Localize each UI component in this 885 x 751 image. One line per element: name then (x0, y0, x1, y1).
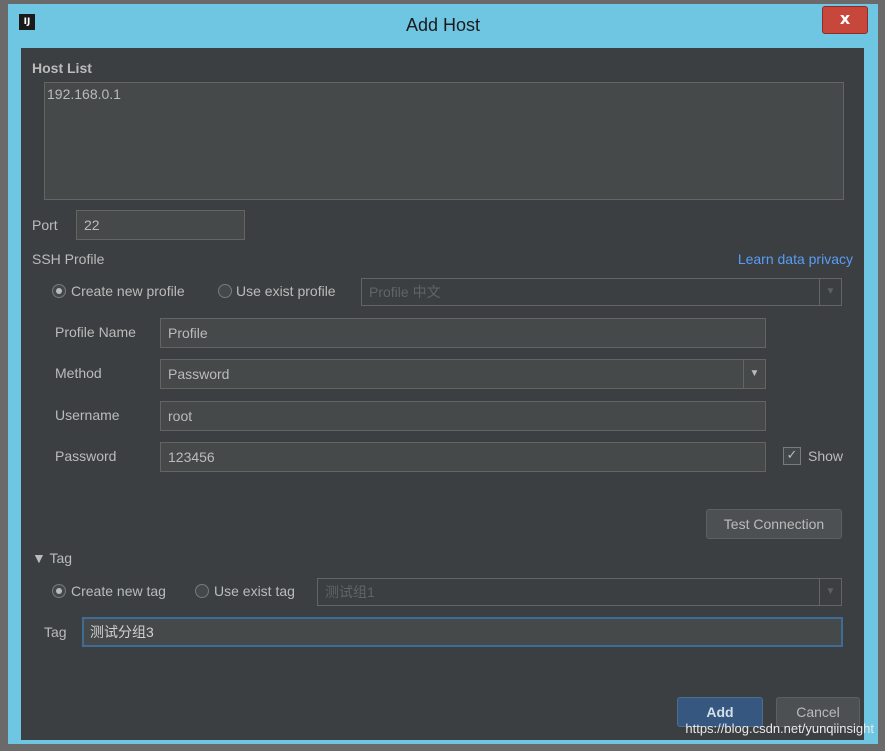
checkmark-icon: ✓ (786, 448, 798, 463)
use-exist-tag-radio[interactable] (195, 584, 209, 598)
create-new-tag-radio[interactable] (52, 584, 66, 598)
tag-section-toggle[interactable]: ▼ Tag (32, 550, 72, 566)
create-new-tag-label[interactable]: Create new tag (71, 583, 166, 599)
tag-input[interactable]: 测试分组3 (82, 617, 843, 647)
triangle-down-icon: ▼ (32, 550, 46, 566)
use-exist-profile-label[interactable]: Use exist profile (236, 283, 336, 299)
chevron-down-icon: ▼ (819, 579, 841, 605)
exist-tag-select: 测试组1 ▼ (317, 578, 842, 606)
close-button[interactable]: x (822, 6, 868, 34)
use-exist-profile-radio[interactable] (218, 284, 232, 298)
close-icon: x (839, 9, 851, 28)
host-list-item[interactable]: 192.168.0.1 (45, 83, 843, 105)
method-select[interactable]: Password ▼ (160, 359, 766, 389)
profile-name-label: Profile Name (55, 324, 136, 340)
profile-name-input[interactable]: Profile (160, 318, 766, 348)
chevron-down-icon[interactable]: ▼ (743, 360, 765, 388)
tag-section-label: Tag (49, 550, 73, 566)
show-password-checkbox[interactable]: ✓ (783, 447, 801, 465)
password-input[interactable]: 123456 (160, 442, 766, 472)
create-new-profile-radio[interactable] (52, 284, 66, 298)
create-new-profile-label[interactable]: Create new profile (71, 283, 185, 299)
exist-profile-select: Profile 中文 ▼ (361, 278, 842, 306)
method-value: Password (168, 366, 230, 382)
exist-tag-value: 测试组1 (325, 584, 375, 600)
username-input[interactable]: root (160, 401, 766, 431)
tag-label: Tag (44, 624, 67, 640)
title-bar[interactable]: IJ Add Host x (8, 4, 878, 44)
host-list[interactable]: 192.168.0.1 (44, 82, 844, 200)
show-password-label[interactable]: Show (808, 448, 843, 464)
test-connection-button[interactable]: Test Connection (706, 509, 842, 539)
exist-profile-value: Profile 中文 (369, 284, 441, 300)
use-exist-tag-label[interactable]: Use exist tag (214, 583, 295, 599)
learn-data-privacy-link[interactable]: Learn data privacy (738, 251, 853, 267)
watermark-text: https://blog.csdn.net/yunqiinsight (685, 721, 874, 736)
username-label: Username (55, 407, 120, 423)
port-input[interactable]: 22 (76, 210, 245, 240)
password-label: Password (55, 448, 117, 464)
add-host-dialog: IJ Add Host x Host List 192.168.0.1 Port… (8, 4, 878, 744)
port-label: Port (32, 217, 58, 233)
dialog-content: Host List 192.168.0.1 Port 22 SSH Profil… (21, 48, 864, 740)
ssh-profile-label: SSH Profile (32, 251, 105, 267)
method-label: Method (55, 365, 102, 381)
host-list-label: Host List (32, 60, 92, 76)
chevron-down-icon: ▼ (819, 279, 841, 305)
dialog-title: Add Host (405, 15, 481, 35)
